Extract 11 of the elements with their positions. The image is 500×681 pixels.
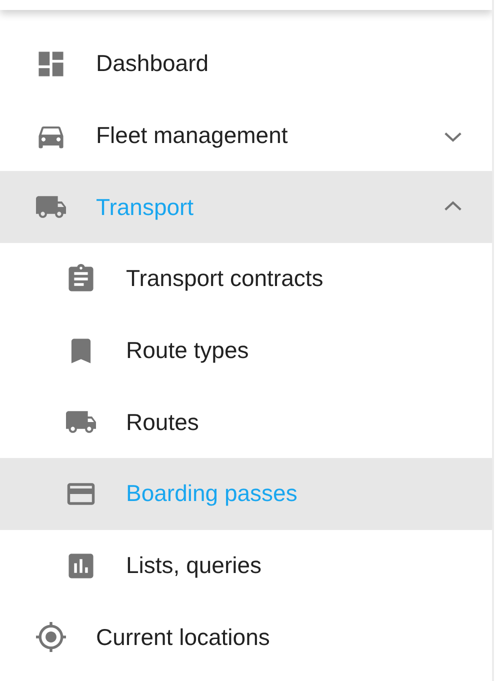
menu-item[interactable]: Lists, queries <box>0 530 492 602</box>
menu-item[interactable]: Routes <box>0 386 492 458</box>
menu-item[interactable]: Current locations <box>0 602 492 674</box>
menu-item[interactable]: Fleet management <box>0 100 492 172</box>
clipboard-icon <box>66 264 96 294</box>
dashboard-icon <box>36 48 66 79</box>
menu-item[interactable]: Transport contracts <box>0 243 492 315</box>
bar-chart-icon <box>66 550 96 581</box>
menu-item[interactable]: Dashboard <box>0 28 492 100</box>
menu-item[interactable]: Route types <box>0 314 492 386</box>
location-target-icon <box>36 622 66 652</box>
